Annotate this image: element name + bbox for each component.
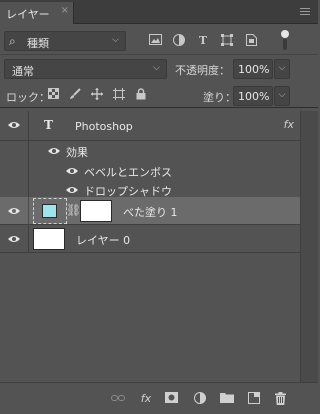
lock-transparent-pixels-icon[interactable]: [46, 88, 60, 102]
visibility-eye-icon[interactable]: [48, 147, 60, 155]
lock-position-icon[interactable]: [90, 88, 104, 102]
type-filter-icon[interactable]: T: [196, 34, 210, 48]
fill-dropdown[interactable]: ⌵: [274, 86, 290, 106]
tab-layers[interactable]: レイヤー ×: [0, 2, 74, 24]
fill-color-swatch: [42, 204, 57, 218]
link-icon[interactable]: ⛓: [66, 203, 81, 217]
layers-bottom-toolbar: fx: [0, 382, 318, 414]
opacity-label: 不透明度：: [175, 64, 230, 77]
tab-label: レイヤー: [6, 8, 50, 21]
panel-menu-icon[interactable]: [300, 8, 310, 16]
layer-name: べた塗り 1: [123, 206, 178, 219]
blend-mode-value: 通常: [12, 65, 34, 78]
effect-item[interactable]: ベベルとエンボス: [0, 161, 300, 181]
new-layer-icon[interactable]: [246, 392, 262, 406]
fill-field[interactable]: 100%: [233, 86, 273, 106]
scrollbar[interactable]: [300, 111, 318, 382]
layers-panel: レイヤー × ⌕ 種類 ⌵ T 通常 ⌵ 不透明度： 100% ⌵ ロック： 塗…: [0, 0, 318, 414]
type-layer-icon: T: [44, 118, 53, 132]
layer-name: レイヤー 0: [76, 234, 131, 247]
lock-image-pixels-icon[interactable]: [68, 88, 82, 102]
new-adjustment-icon[interactable]: [192, 392, 208, 406]
search-icon: ⌕: [9, 34, 16, 48]
shape-filter-icon[interactable]: [220, 34, 234, 48]
panel-tab-bar: レイヤー ×: [0, 0, 318, 24]
visibility-eye-icon[interactable]: [8, 207, 20, 215]
effects-label: 効果: [66, 146, 88, 159]
lock-row: ロック： 塗り： 100% ⌵: [0, 84, 318, 108]
lock-label: ロック：: [6, 91, 50, 104]
layers-list: T Photoshop fx 効果 ベベルとエンボス ドロップシャドウ ⛓ べた…: [0, 111, 318, 382]
adjustment-filter-icon[interactable]: [172, 34, 186, 48]
chevron-down-icon: ⌵: [153, 63, 160, 73]
visibility-eye-icon[interactable]: [66, 186, 78, 194]
lock-all-icon[interactable]: [134, 88, 148, 102]
layer-row-text[interactable]: T Photoshop fx: [0, 111, 300, 141]
filter-kind-select[interactable]: ⌕ 種類 ⌵: [4, 31, 126, 51]
visibility-eye-icon[interactable]: [8, 235, 20, 243]
smart-object-filter-icon[interactable]: [244, 34, 258, 48]
fx-icon[interactable]: fx: [284, 118, 294, 131]
blend-mode-select[interactable]: 通常 ⌵: [4, 59, 167, 79]
layer-name: Photoshop: [75, 120, 133, 133]
link-layers-icon[interactable]: [110, 392, 126, 406]
new-group-icon[interactable]: [219, 392, 235, 406]
layer-thumbnail[interactable]: [33, 228, 65, 250]
visibility-eye-icon[interactable]: [8, 121, 20, 129]
effect-name: ベベルとエンボス: [84, 166, 172, 179]
close-icon[interactable]: ×: [61, 5, 69, 16]
add-style-icon[interactable]: fx: [138, 392, 154, 406]
filter-row: ⌕ 種類 ⌵ T: [0, 27, 318, 55]
lock-artboard-icon[interactable]: [112, 88, 126, 102]
blend-row: 通常 ⌵ 不透明度： 100% ⌵: [0, 57, 318, 81]
fill-thumbnail-frame[interactable]: [33, 198, 67, 224]
visibility-eye-icon[interactable]: [66, 167, 78, 175]
delete-layer-icon[interactable]: [272, 392, 288, 406]
filter-kind-label: 種類: [27, 37, 49, 50]
layer-mask-thumbnail[interactable]: [80, 200, 112, 222]
image-filter-icon[interactable]: [148, 34, 162, 48]
filter-toggle[interactable]: [281, 30, 289, 52]
opacity-field[interactable]: 100%: [233, 59, 273, 79]
chevron-down-icon: ⌵: [112, 35, 119, 45]
fill-label: 塗り：: [203, 91, 236, 104]
opacity-dropdown[interactable]: ⌵: [274, 59, 290, 79]
effects-group: 効果: [0, 141, 300, 161]
add-mask-icon[interactable]: [163, 392, 179, 406]
layer-row-base[interactable]: レイヤー 0: [0, 225, 300, 253]
layer-row-fill[interactable]: ⛓ べた塗り 1: [0, 197, 300, 225]
